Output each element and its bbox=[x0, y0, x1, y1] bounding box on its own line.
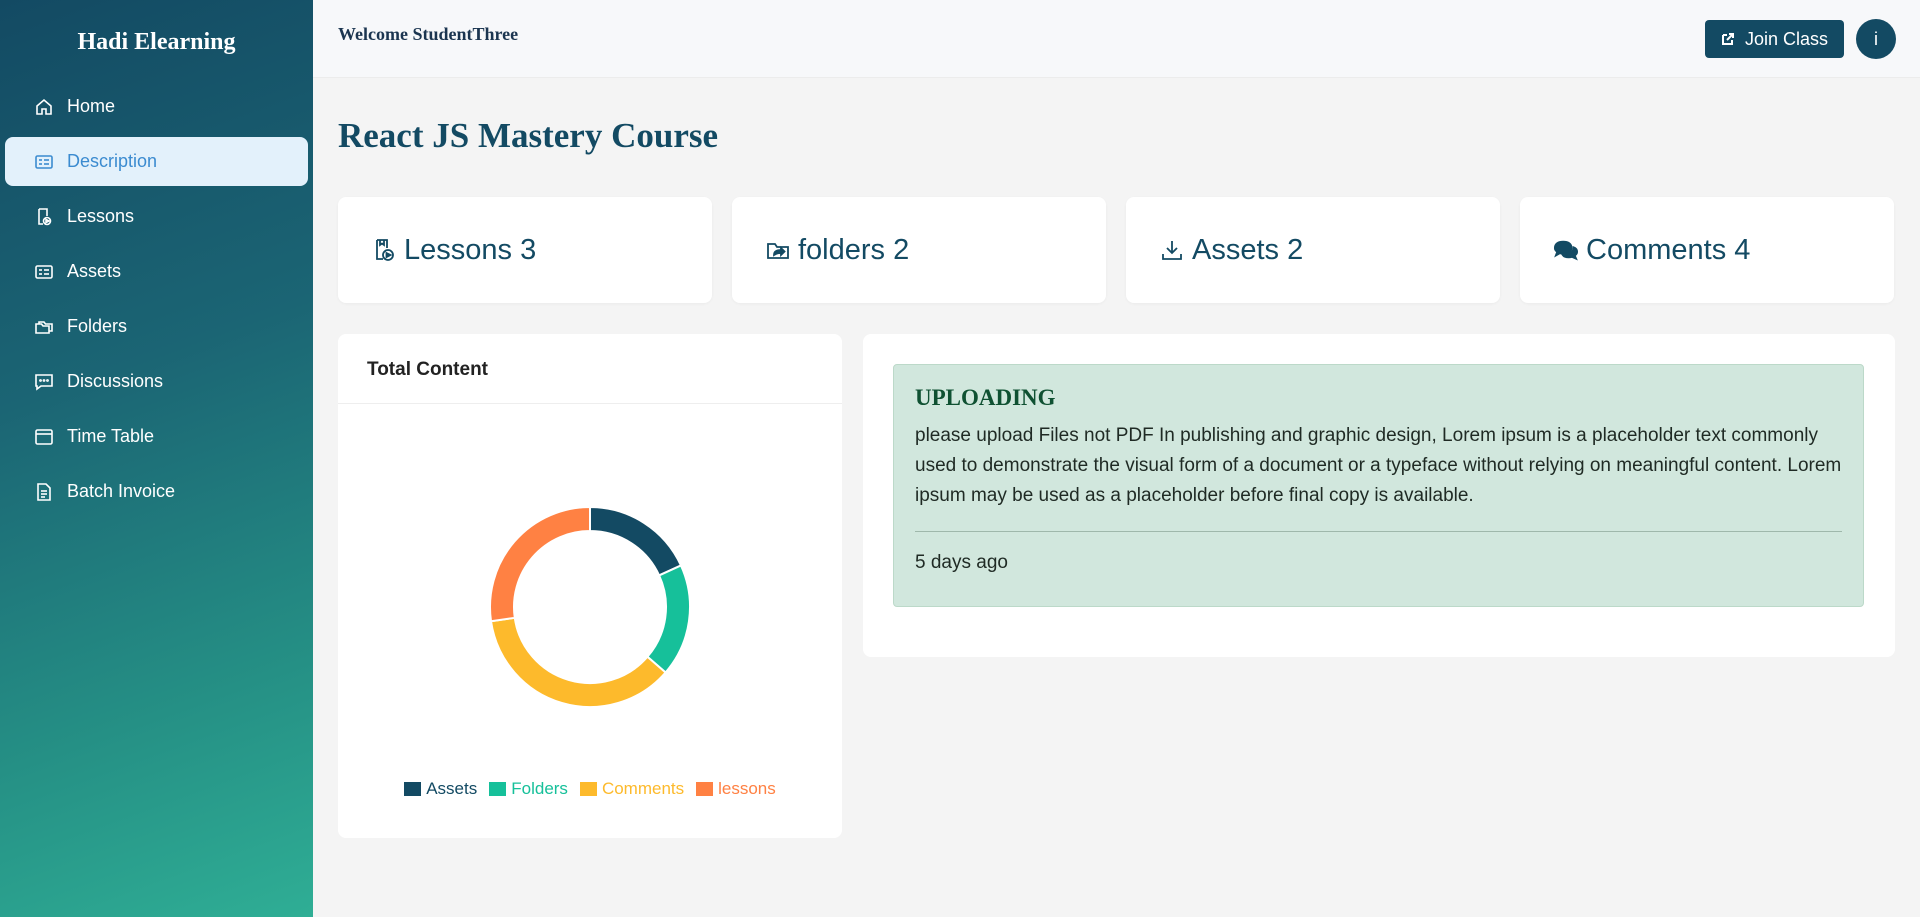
sidebar-item-batch-invoice[interactable]: Batch Invoice bbox=[5, 467, 308, 516]
donut-slice-lessons[interactable] bbox=[489, 505, 591, 623]
notice-card: UPLOADING please upload Files not PDF In… bbox=[863, 334, 1895, 657]
folders-icon bbox=[33, 316, 55, 338]
legend-label: Folders bbox=[511, 779, 568, 798]
donut-chart bbox=[489, 505, 691, 708]
sidebar-item-label: Discussions bbox=[67, 371, 164, 391]
stat-folders-label: folders 2 bbox=[798, 233, 910, 266]
notice-alert: UPLOADING please upload Files not PDF In… bbox=[893, 364, 1864, 607]
invoice-icon bbox=[33, 481, 55, 503]
legend-item-assets[interactable]: Assets bbox=[404, 779, 477, 799]
sidebar-item-home[interactable]: Home bbox=[5, 82, 308, 131]
join-class-label: Join Class bbox=[1744, 28, 1829, 49]
top-bar: Welcome StudentThree Join Class i bbox=[313, 0, 1920, 78]
legend-label: Comments bbox=[601, 779, 685, 798]
notice-timestamp: 5 days ago bbox=[915, 552, 1008, 573]
avatar[interactable]: i bbox=[1856, 19, 1896, 59]
stat-lessons-label: Lessons 3 bbox=[404, 233, 537, 266]
legend-label: Assets bbox=[426, 779, 478, 798]
sidebar-item-label: Home bbox=[67, 96, 116, 116]
legend-item-lessons[interactable]: lessons bbox=[696, 779, 776, 799]
sidebar-item-label: Description bbox=[67, 151, 158, 171]
sidebar-item-label: Time Table bbox=[67, 426, 155, 446]
sidebar-item-assets[interactable]: Assets bbox=[5, 247, 308, 296]
notice-divider bbox=[915, 531, 1842, 532]
discussions-icon bbox=[33, 371, 55, 393]
stat-card-assets[interactable]: Assets 2 bbox=[1126, 197, 1500, 303]
legend-swatch bbox=[696, 782, 714, 796]
stat-card-comments[interactable]: Comments 4 bbox=[1520, 197, 1894, 303]
notice-body: please upload Files not PDF In publishin… bbox=[915, 425, 1842, 506]
legend-swatch bbox=[489, 782, 507, 796]
legend-swatch bbox=[579, 782, 597, 796]
folder-share-icon bbox=[764, 236, 792, 264]
comments-icon bbox=[1552, 236, 1580, 264]
lessons-icon bbox=[33, 206, 55, 228]
external-link-icon bbox=[1721, 33, 1734, 45]
welcome-text: Welcome StudentThree bbox=[338, 24, 519, 44]
donut-slice-folders[interactable] bbox=[646, 564, 691, 674]
home-icon bbox=[33, 96, 55, 118]
brand-title: Hadi Elearning bbox=[77, 29, 236, 55]
donut-slice-comments[interactable] bbox=[489, 616, 667, 708]
sidebar-item-lessons[interactable]: Lessons bbox=[5, 192, 308, 241]
lesson-play-icon bbox=[370, 236, 398, 264]
sidebar-item-label: Batch Invoice bbox=[67, 481, 176, 501]
total-content-card: Total Content Assets Folders Comments lesso… bbox=[338, 334, 842, 838]
sidebar-item-folders[interactable]: Folders bbox=[5, 302, 308, 351]
assets-icon bbox=[33, 261, 55, 283]
notice-title: UPLOADING bbox=[915, 385, 1056, 410]
donut-slice-assets[interactable] bbox=[589, 505, 683, 577]
stat-card-lessons[interactable]: Lessons 3 bbox=[338, 197, 712, 303]
description-icon bbox=[33, 151, 55, 173]
stat-assets-label: Assets 2 bbox=[1192, 233, 1304, 266]
legend-label: lessons bbox=[718, 779, 776, 798]
sidebar: Hadi Elearning Home Description Lessons … bbox=[0, 0, 313, 917]
legend-item-comments[interactable]: Comments bbox=[579, 779, 685, 799]
stat-comments-label: Comments 4 bbox=[1586, 233, 1751, 266]
download-icon bbox=[1158, 236, 1186, 264]
legend-item-folders[interactable]: Folders bbox=[489, 779, 568, 799]
join-class-button[interactable]: Join Class bbox=[1705, 20, 1844, 58]
chart-title: Total Content bbox=[338, 334, 842, 404]
sidebar-item-discussions[interactable]: Discussions bbox=[5, 357, 308, 406]
sidebar-item-label: Assets bbox=[67, 261, 122, 281]
calendar-icon bbox=[33, 426, 55, 448]
sidebar-item-label: Lessons bbox=[67, 206, 135, 226]
stat-card-folders[interactable]: folders 2 bbox=[732, 197, 1106, 303]
page-title: React JS Mastery Course bbox=[338, 116, 719, 155]
sidebar-item-time-table[interactable]: Time Table bbox=[5, 412, 308, 461]
sidebar-item-label: Folders bbox=[67, 316, 128, 336]
chart-legend: Assets Folders Comments lessons bbox=[338, 779, 842, 799]
sidebar-item-description[interactable]: Description bbox=[5, 137, 308, 186]
legend-swatch bbox=[404, 782, 422, 796]
